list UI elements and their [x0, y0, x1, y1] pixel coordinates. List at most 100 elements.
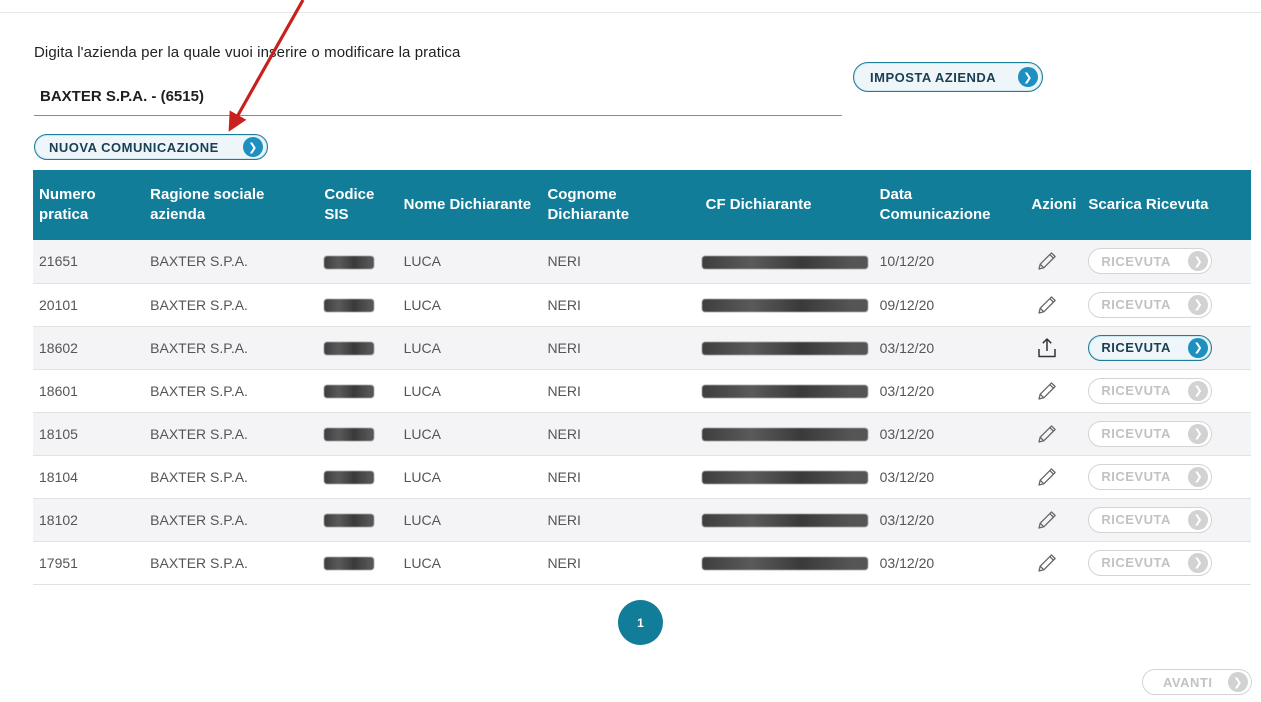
- cell-data-comunicazione: 09/12/20: [873, 283, 1026, 327]
- company-input[interactable]: [34, 78, 842, 116]
- table-header-row: Numero pratica Ragione sociale azienda C…: [33, 170, 1251, 240]
- cell-cognome-dichiarante: NERI: [541, 455, 700, 499]
- chevron-right-icon: ❯: [1228, 672, 1248, 692]
- ricevuta-button[interactable]: RICEVUTA ❯: [1088, 248, 1213, 275]
- cell-data-comunicazione: 03/12/20: [873, 455, 1026, 499]
- ricevuta-button[interactable]: RICEVUTA ❯: [1088, 334, 1213, 361]
- redacted-codice-sis: [324, 256, 375, 270]
- chevron-right-icon: ❯: [1188, 423, 1209, 444]
- cell-numero-pratica: 17951: [33, 541, 145, 585]
- ricevuta-button[interactable]: RICEVUTA ❯: [1088, 291, 1213, 318]
- new-communication-label: NUOVA COMUNICAZIONE: [49, 139, 219, 155]
- ricevuta-label: RICEVUTA: [1101, 297, 1171, 312]
- cell-nome-dichiarante: LUCA: [397, 455, 542, 499]
- new-communication-button[interactable]: NUOVA COMUNICAZIONE ❯: [34, 134, 268, 160]
- cell-nome-dichiarante: LUCA: [397, 240, 542, 284]
- redacted-cf-dichiarante: [701, 557, 868, 571]
- cell-ragione-sociale: BAXTER S.P.A.: [144, 240, 319, 284]
- cell-data-comunicazione: 03/12/20: [873, 326, 1026, 370]
- ricevuta-button[interactable]: RICEVUTA ❯: [1088, 549, 1213, 576]
- header-numero-pratica: Numero pratica: [33, 170, 145, 240]
- header-data-comunicazione: Data Comunicazione: [873, 170, 1026, 240]
- ricevuta-button[interactable]: RICEVUTA ❯: [1088, 506, 1213, 533]
- cell-nome-dichiarante: LUCA: [397, 541, 542, 585]
- cell-numero-pratica: 21651: [33, 240, 145, 284]
- chevron-right-icon: ❯: [1188, 251, 1209, 272]
- pencil-icon[interactable]: [1035, 508, 1059, 532]
- redacted-codice-sis: [324, 557, 375, 571]
- cell-codice-sis: [318, 240, 398, 284]
- set-company-label: IMPOSTA AZIENDA: [870, 69, 997, 85]
- pencil-icon[interactable]: [1035, 379, 1059, 403]
- cell-data-comunicazione: 03/12/20: [873, 498, 1026, 542]
- cell-cf-dichiarante: [699, 412, 874, 456]
- redacted-codice-sis: [324, 299, 375, 313]
- cell-scarica-ricevuta: RICEVUTA ❯: [1082, 412, 1251, 456]
- table-row: 20101 BAXTER S.P.A. LUCA NERI 09/12/20 RICEVU…: [33, 283, 1251, 327]
- pencil-icon[interactable]: [1035, 551, 1059, 575]
- practices-table: Numero pratica Ragione sociale azienda C…: [33, 170, 1251, 585]
- header-scarica-ricevuta: Scarica Ricevuta: [1082, 170, 1251, 240]
- cell-azioni: [1025, 541, 1083, 585]
- upload-icon[interactable]: [1035, 336, 1059, 360]
- chevron-right-icon: ❯: [1188, 380, 1209, 401]
- cell-data-comunicazione: 03/12/20: [873, 412, 1026, 456]
- cell-numero-pratica: 20101: [33, 283, 145, 327]
- cell-cf-dichiarante: [699, 326, 874, 370]
- cell-scarica-ricevuta: RICEVUTA ❯: [1082, 283, 1251, 327]
- cell-nome-dichiarante: LUCA: [397, 326, 542, 370]
- pencil-icon[interactable]: [1035, 249, 1059, 273]
- cell-cognome-dichiarante: NERI: [541, 498, 700, 542]
- cell-nome-dichiarante: LUCA: [397, 412, 542, 456]
- redacted-cf-dichiarante: [701, 385, 868, 399]
- cell-ragione-sociale: BAXTER S.P.A.: [144, 455, 319, 499]
- cell-azioni: [1025, 412, 1083, 456]
- chevron-right-icon: ❯: [1188, 294, 1209, 315]
- cell-ragione-sociale: BAXTER S.P.A.: [144, 283, 319, 327]
- cell-codice-sis: [318, 326, 398, 370]
- cell-cf-dichiarante: [699, 498, 874, 542]
- ricevuta-label: RICEVUTA: [1101, 512, 1171, 527]
- header-cognome-dichiarante: Cognome Dichiarante: [541, 170, 700, 240]
- cell-numero-pratica: 18601: [33, 369, 145, 413]
- redacted-cf-dichiarante: [701, 299, 868, 313]
- cell-scarica-ricevuta: RICEVUTA ❯: [1082, 541, 1251, 585]
- cell-azioni: [1025, 369, 1083, 413]
- chevron-right-icon: ❯: [1188, 466, 1209, 487]
- pencil-icon[interactable]: [1035, 422, 1059, 446]
- redacted-codice-sis: [324, 342, 375, 356]
- chevron-right-icon: ❯: [243, 137, 263, 157]
- redacted-cf-dichiarante: [701, 428, 868, 442]
- table-row: 21651 BAXTER S.P.A. LUCA NERI 10/12/20 RICEVU…: [33, 240, 1251, 284]
- next-button[interactable]: AVANTI ❯: [1142, 669, 1252, 695]
- cell-cf-dichiarante: [699, 283, 874, 327]
- cell-codice-sis: [318, 283, 398, 327]
- cell-ragione-sociale: BAXTER S.P.A.: [144, 541, 319, 585]
- cell-scarica-ricevuta: RICEVUTA ❯: [1082, 498, 1251, 542]
- cell-scarica-ricevuta: RICEVUTA ❯: [1082, 455, 1251, 499]
- header-nome-dichiarante: Nome Dichiarante: [397, 170, 542, 240]
- cell-numero-pratica: 18602: [33, 326, 145, 370]
- table-row: 18105 BAXTER S.P.A. LUCA NERI 03/12/20 RICEVU…: [33, 412, 1251, 456]
- cell-numero-pratica: 18102: [33, 498, 145, 542]
- cell-cf-dichiarante: [699, 455, 874, 499]
- cell-data-comunicazione: 03/12/20: [873, 541, 1026, 585]
- ricevuta-button[interactable]: RICEVUTA ❯: [1088, 463, 1213, 490]
- header-codice-sis: Codice SIS: [318, 170, 398, 240]
- next-label: AVANTI: [1163, 674, 1213, 690]
- ricevuta-button[interactable]: RICEVUTA ❯: [1088, 420, 1213, 447]
- cell-codice-sis: [318, 369, 398, 413]
- set-company-button[interactable]: IMPOSTA AZIENDA ❯: [853, 62, 1043, 92]
- pencil-icon[interactable]: [1035, 465, 1059, 489]
- cell-scarica-ricevuta: RICEVUTA ❯: [1082, 240, 1251, 284]
- cell-cognome-dichiarante: NERI: [541, 369, 700, 413]
- ricevuta-button[interactable]: RICEVUTA ❯: [1088, 377, 1213, 404]
- redacted-cf-dichiarante: [701, 256, 868, 270]
- ricevuta-label: RICEVUTA: [1101, 253, 1171, 269]
- chevron-right-icon: ❯: [1188, 509, 1209, 530]
- pencil-icon[interactable]: [1035, 293, 1059, 317]
- cell-ragione-sociale: BAXTER S.P.A.: [144, 369, 319, 413]
- page-1-button[interactable]: 1: [618, 600, 663, 645]
- redacted-cf-dichiarante: [701, 471, 868, 485]
- table-row: 18102 BAXTER S.P.A. LUCA NERI 03/12/20 RICEVU…: [33, 498, 1251, 542]
